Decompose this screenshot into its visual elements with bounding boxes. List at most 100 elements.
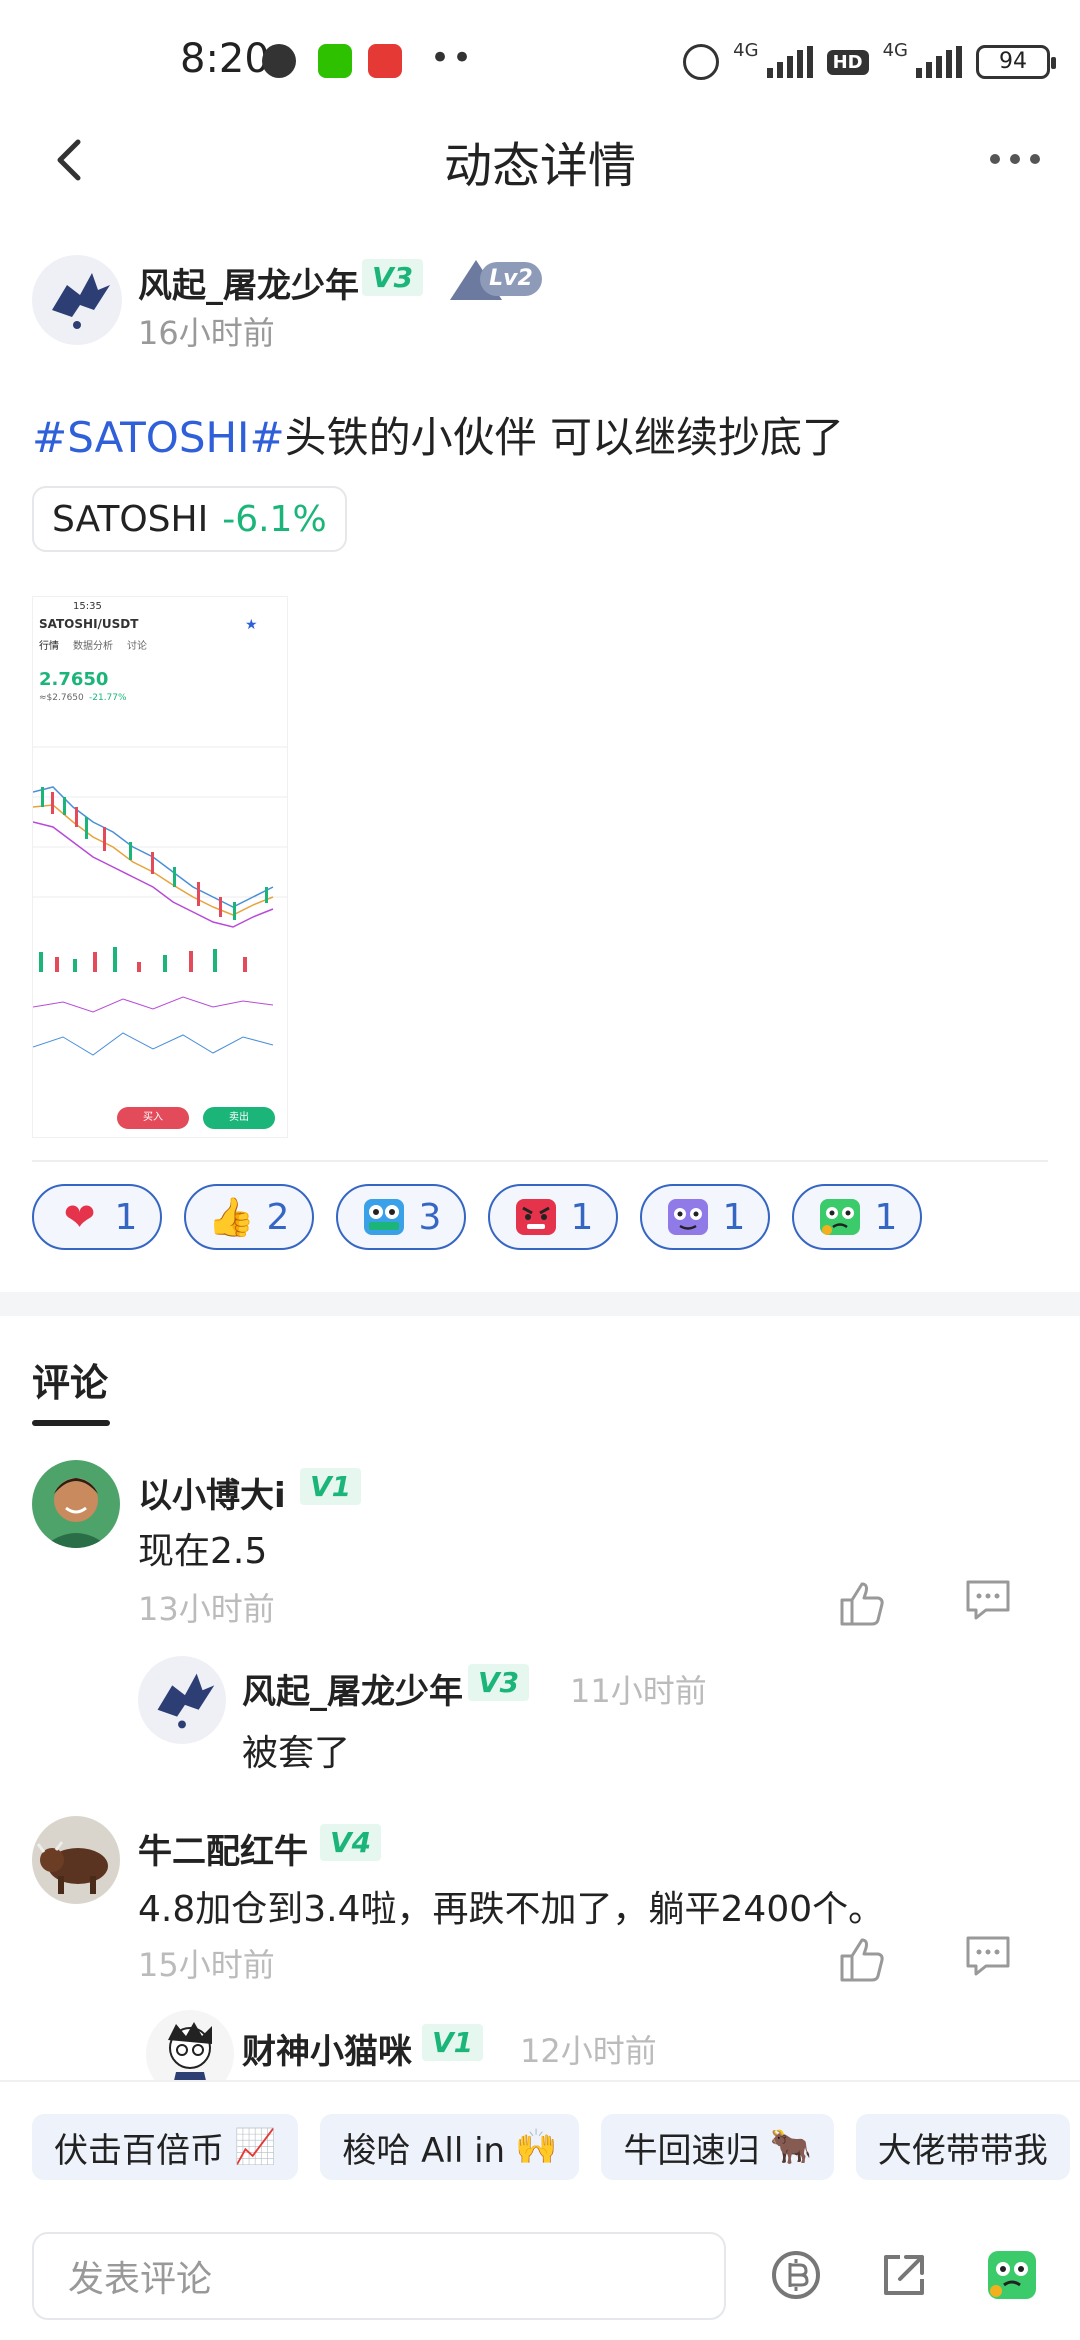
shot-candlestick-chart — [33, 746, 287, 1056]
quick-reply-chips: 伏击百倍币 📈 梭哈 All in 🙌 牛回速归 🐂 大佬带带我 — [32, 2114, 1070, 2180]
comment-avatar[interactable] — [32, 1460, 120, 1548]
like-icon[interactable] — [836, 1578, 888, 1630]
coin-symbol: SATOSHI — [52, 498, 209, 540]
signal-icon-2 — [916, 46, 962, 78]
status-right: 4G HD 4G 94 — [683, 40, 1056, 84]
lv-label: Lv2 — [480, 262, 542, 296]
like-icon[interactable] — [836, 1934, 888, 1986]
share-icon[interactable] — [876, 2247, 932, 2303]
emoji-sticker-icon[interactable] — [984, 2247, 1040, 2303]
battery-icon: 94 — [976, 45, 1056, 79]
coin-chip[interactable]: SATOSHI -6.1% — [32, 486, 347, 552]
post-text: #SATOSHI#头铁的小伙伴 可以继续抄底了 — [32, 404, 844, 465]
dragon-avatar-icon — [157, 1673, 215, 1729]
status-bar: 8:20 •• 4G HD 4G 94 — [0, 0, 1080, 120]
shot-tab-data: 数据分析 — [73, 641, 113, 652]
shot-pair: SATOSHI/USDT — [39, 617, 139, 631]
comment-level-badge: V1 — [300, 1468, 362, 1505]
reply-icon[interactable] — [962, 1930, 1014, 1982]
reply-author[interactable]: 财神小猫咪 — [242, 2024, 412, 2073]
status-time: 8:20 — [180, 36, 270, 82]
notification-app-icon — [262, 44, 296, 78]
comment-time: 13小时前 — [138, 1590, 275, 1628]
comment-time: 15小时前 — [138, 1946, 275, 1984]
quick-reply-chip[interactable]: 大佬带带我 — [855, 2114, 1070, 2180]
chip-label: 伏击百倍币 — [54, 2130, 224, 2171]
chip-label: 梭哈 All in — [342, 2130, 506, 2171]
more-options-icon[interactable] — [990, 154, 1040, 164]
more-notifications-icon: •• — [430, 38, 475, 78]
reaction-angry[interactable]: 1 — [488, 1184, 618, 1250]
post-time: 16小时前 — [138, 314, 275, 352]
reaction-bar: ❤ 1 👍 2 3 1 1 1 — [32, 1184, 922, 1250]
reply-time: 12小时前 — [520, 2032, 657, 2070]
comment-text: 4.8加仓到3.4啦，再跌不加了，躺平2400个。 — [138, 1889, 885, 1930]
reaction-count: 1 — [114, 1196, 138, 1238]
reply-level-badge: V1 — [422, 2024, 484, 2061]
chip-label: 牛回速归 — [623, 2130, 760, 2171]
post-hashtag[interactable]: #SATOSHI# — [32, 413, 285, 462]
reply-time: 11小时前 — [570, 1672, 707, 1710]
quick-reply-chip[interactable]: 伏击百倍币 📈 — [32, 2114, 299, 2180]
reply-text: 被套了 — [242, 1733, 351, 1774]
wechat-icon — [318, 44, 352, 78]
chip-label: 大佬带带我 — [877, 2130, 1048, 2171]
shot-price: 2.7650 — [39, 669, 109, 690]
thumbs-up-icon: 👍 — [207, 1195, 256, 1239]
raised-hands-icon: 🙌 — [515, 2127, 558, 2167]
post-author-avatar[interactable] — [32, 255, 122, 345]
dragon-avatar-icon — [52, 273, 110, 329]
app-header: 动态详情 — [0, 110, 1080, 210]
tab-comments[interactable]: 评论 — [32, 1352, 108, 1407]
comment-composer: 伏击百倍币 📈 梭哈 All in 🙌 牛回速归 🐂 大佬带带我 发表评论 — [0, 2080, 1080, 2340]
section-separator — [0, 1292, 1080, 1316]
ox-icon: 🐂 — [769, 2127, 812, 2167]
tab-underline — [32, 1420, 110, 1426]
reply-author[interactable]: 风起_屠龙少年 — [242, 1664, 463, 1713]
alarm-icon — [683, 44, 720, 80]
heart-icon: ❤ — [63, 1195, 96, 1239]
shot-tab-market: 行情 — [39, 641, 59, 652]
post-author-name[interactable]: 风起_屠龙少年 — [138, 258, 359, 307]
purple-face-icon — [665, 1194, 711, 1240]
comment-text: 现在2.5 — [138, 1531, 268, 1572]
post-body: 头铁的小伙伴 可以继续抄底了 — [284, 413, 844, 462]
quick-reply-chip[interactable]: 牛回速归 🐂 — [601, 2114, 834, 2180]
reaction-green[interactable]: 1 — [792, 1184, 922, 1250]
reply-icon[interactable] — [962, 1574, 1014, 1626]
reaction-thumbs-up[interactable]: 👍 2 — [184, 1184, 314, 1250]
comment-author[interactable]: 以小博大i — [138, 1468, 286, 1517]
network-type-1: 4G — [733, 40, 759, 61]
comment-avatar[interactable] — [32, 1816, 120, 1904]
coin-icon[interactable] — [768, 2247, 824, 2303]
reaction-purple[interactable]: 1 — [640, 1184, 770, 1250]
reaction-count: 3 — [418, 1196, 442, 1238]
shot-star-icon: ★ — [245, 617, 258, 633]
shot-change: -21.77% — [89, 693, 127, 703]
comment-level-badge: V4 — [320, 1824, 382, 1861]
comment-author[interactable]: 牛二配红牛 — [138, 1824, 308, 1873]
reaction-hodl[interactable]: 3 — [336, 1184, 466, 1250]
lv-badge: Lv2 — [450, 260, 542, 300]
shot-time: 15:35 — [73, 601, 102, 612]
reaction-count: 1 — [722, 1196, 746, 1238]
page-title: 动态详情 — [443, 138, 636, 194]
reply-level-badge: V3 — [468, 1664, 530, 1701]
green-face-icon — [817, 1194, 863, 1240]
reaction-count: 1 — [874, 1196, 898, 1238]
hodl-icon — [361, 1194, 407, 1240]
shot-tab-discuss: 讨论 — [127, 641, 147, 652]
network-type-2: 4G — [882, 40, 908, 61]
reaction-heart[interactable]: ❤ 1 — [32, 1184, 162, 1250]
coin-change: -6.1% — [222, 498, 327, 540]
shot-buy-button: 买入 — [117, 1107, 189, 1129]
reaction-count: 1 — [570, 1196, 594, 1238]
reply-avatar[interactable] — [138, 1656, 226, 1744]
shot-sell-button: 卖出 — [203, 1107, 275, 1129]
post-image[interactable]: 15:35 SATOSHI/USDT ★ 行情 数据分析 讨论 2.7650 ≈… — [32, 596, 288, 1138]
quick-reply-chip[interactable]: 梭哈 All in 🙌 — [320, 2114, 580, 2180]
hd-badge: HD — [826, 49, 869, 75]
comment-input[interactable]: 发表评论 — [32, 2232, 726, 2320]
shot-price-sub: ≈$2.7650 — [39, 693, 84, 703]
signal-icon — [766, 46, 813, 78]
